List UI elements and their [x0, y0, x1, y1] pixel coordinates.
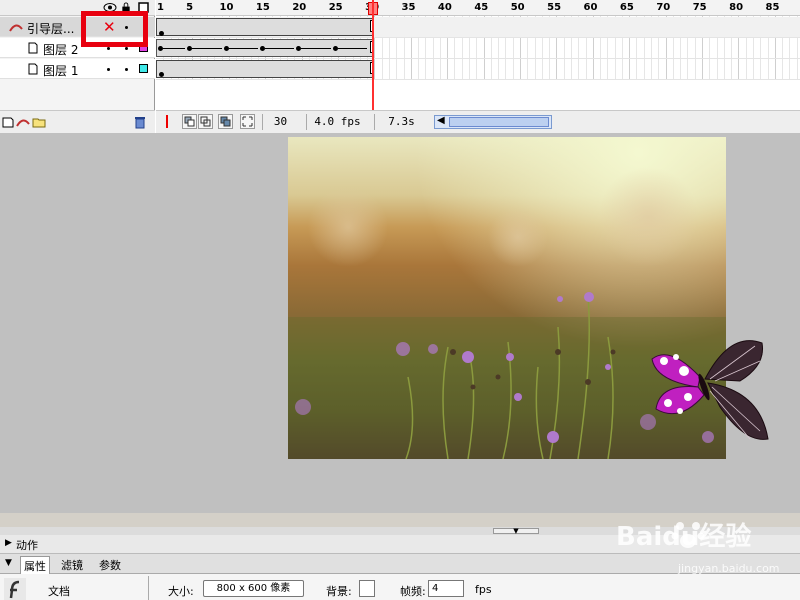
visibility-dot[interactable]	[107, 68, 110, 71]
layer-name: 图层 1	[43, 64, 79, 78]
timeline-panel: 引导层... ✕ 图层 2 图层 1 151015202530354045505…	[0, 0, 800, 133]
frame-number[interactable]: 40	[438, 2, 452, 13]
divider	[148, 576, 149, 600]
properties-body: 文档 大小: 800 x 600 像素 背景: 帧频: 4 fps	[0, 574, 800, 600]
properties-tab-bar: ▼ 属性 滤镜 参数	[0, 554, 800, 575]
actions-panel-header[interactable]: ▶ 动作	[0, 535, 800, 554]
layer-row-1[interactable]: 图层 1	[0, 59, 155, 79]
keyframe-dot[interactable]	[159, 72, 164, 77]
frame-row-1[interactable]	[156, 59, 800, 80]
edit-multiple-button[interactable]	[218, 114, 233, 129]
scroll-left-arrow-icon[interactable]: ◀	[437, 115, 445, 126]
lock-dot[interactable]	[125, 47, 128, 50]
tween-arrow	[192, 48, 222, 49]
collapse-panel-button[interactable]: ▼	[493, 528, 539, 535]
timeline-scroll-thumb[interactable]	[449, 117, 549, 127]
center-frame-icon	[166, 115, 168, 128]
lock-dot[interactable]	[125, 68, 128, 71]
actions-label: 动作	[16, 539, 38, 552]
visibility-dot[interactable]	[107, 47, 110, 50]
tween-arrow	[264, 48, 295, 49]
background-label: 背景:	[326, 585, 352, 598]
static-frames-span	[156, 18, 374, 36]
frame-number[interactable]: 65	[620, 2, 634, 13]
frame-number[interactable]: 5	[186, 2, 193, 13]
add-guide-layer-icon[interactable]	[16, 116, 30, 128]
onion-outline-button[interactable]	[198, 114, 213, 129]
red-highlight-box	[81, 11, 148, 47]
flash-document-icon	[4, 578, 26, 600]
timeline-scrollbar[interactable]: ◀	[434, 115, 552, 129]
layer-name: 引导层...	[27, 22, 75, 36]
panel-splitter[interactable]: ▼	[0, 527, 800, 535]
tab-parameters[interactable]: 参数	[96, 556, 124, 574]
size-button[interactable]: 800 x 600 像素	[203, 580, 304, 597]
frame-row-2[interactable]	[156, 38, 800, 59]
frame-number[interactable]: 45	[474, 2, 488, 13]
layer-name: 图层 2	[43, 43, 79, 57]
tween-arrow	[337, 48, 368, 49]
frame-number[interactable]: 15	[256, 2, 270, 13]
insert-layer-icon[interactable]	[2, 116, 14, 128]
frame-number[interactable]: 60	[584, 2, 598, 13]
frame-number[interactable]: 75	[693, 2, 707, 13]
expand-arrow-icon[interactable]: ▶	[5, 538, 12, 548]
frame-number[interactable]: 70	[656, 2, 670, 13]
modify-markers-icon	[242, 116, 253, 127]
layer-toolbar	[0, 110, 155, 133]
tween-arrow	[228, 48, 258, 49]
tab-filters[interactable]: 滤镜	[58, 556, 86, 574]
stage-area[interactable]: ‹ |||	[0, 133, 800, 513]
frame-number[interactable]: 85	[766, 2, 780, 13]
frames-area[interactable]: 1510152025303540455055606570758085	[156, 0, 800, 110]
edit-multiple-icon	[220, 116, 231, 127]
layer-page-icon	[28, 42, 38, 54]
onion-outline-icon	[200, 116, 211, 127]
frame-number[interactable]: 10	[220, 2, 234, 13]
document-label: 文档	[48, 585, 70, 598]
frame-number[interactable]: 20	[292, 2, 306, 13]
guide-layer-icon	[9, 24, 23, 32]
delete-layer-icon[interactable]	[134, 116, 146, 129]
center-frame-button[interactable]	[160, 114, 175, 129]
tween-arrow	[163, 48, 186, 49]
frame-number[interactable]: 55	[547, 2, 561, 13]
insert-folder-icon[interactable]	[32, 116, 46, 128]
keyframe-dot[interactable]	[159, 31, 164, 36]
frame-row-guide[interactable]	[156, 17, 800, 38]
fps-unit-label: fps	[475, 583, 492, 596]
layer-page-icon	[28, 63, 38, 75]
timeline-toolbar: 30 4.0 fps 7.3s ◀	[156, 110, 800, 133]
onion-skin-button[interactable]	[182, 114, 197, 129]
size-label: 大小:	[168, 585, 194, 598]
background-color-picker[interactable]	[359, 580, 375, 597]
frame-rate-label: 帧频:	[400, 585, 426, 598]
frame-rate-input[interactable]: 4	[428, 580, 464, 597]
collapse-arrow-icon[interactable]: ▼	[5, 558, 12, 568]
elapsed-time-field: 7.3s	[374, 114, 428, 130]
tween-arrow	[301, 48, 331, 49]
layer-color-box[interactable]	[139, 64, 148, 73]
onion-skin-icon	[184, 116, 195, 127]
frame-rate-field: 4.0 fps	[306, 114, 368, 130]
tab-properties[interactable]: 属性	[20, 556, 50, 575]
butterfly-graphic[interactable]	[650, 331, 770, 446]
static-frames-span	[156, 60, 374, 78]
current-frame-field: 30	[262, 114, 298, 130]
frame-number[interactable]: 80	[729, 2, 743, 13]
modify-markers-button[interactable]	[240, 114, 255, 129]
frame-number[interactable]: 25	[329, 2, 343, 13]
frame-number[interactable]: 35	[402, 2, 416, 13]
frame-ruler[interactable]: 1510152025303540455055606570758085	[156, 0, 800, 16]
playhead-line[interactable]	[372, 0, 374, 110]
frame-number[interactable]: 1	[157, 2, 164, 13]
frame-number[interactable]: 50	[511, 2, 525, 13]
